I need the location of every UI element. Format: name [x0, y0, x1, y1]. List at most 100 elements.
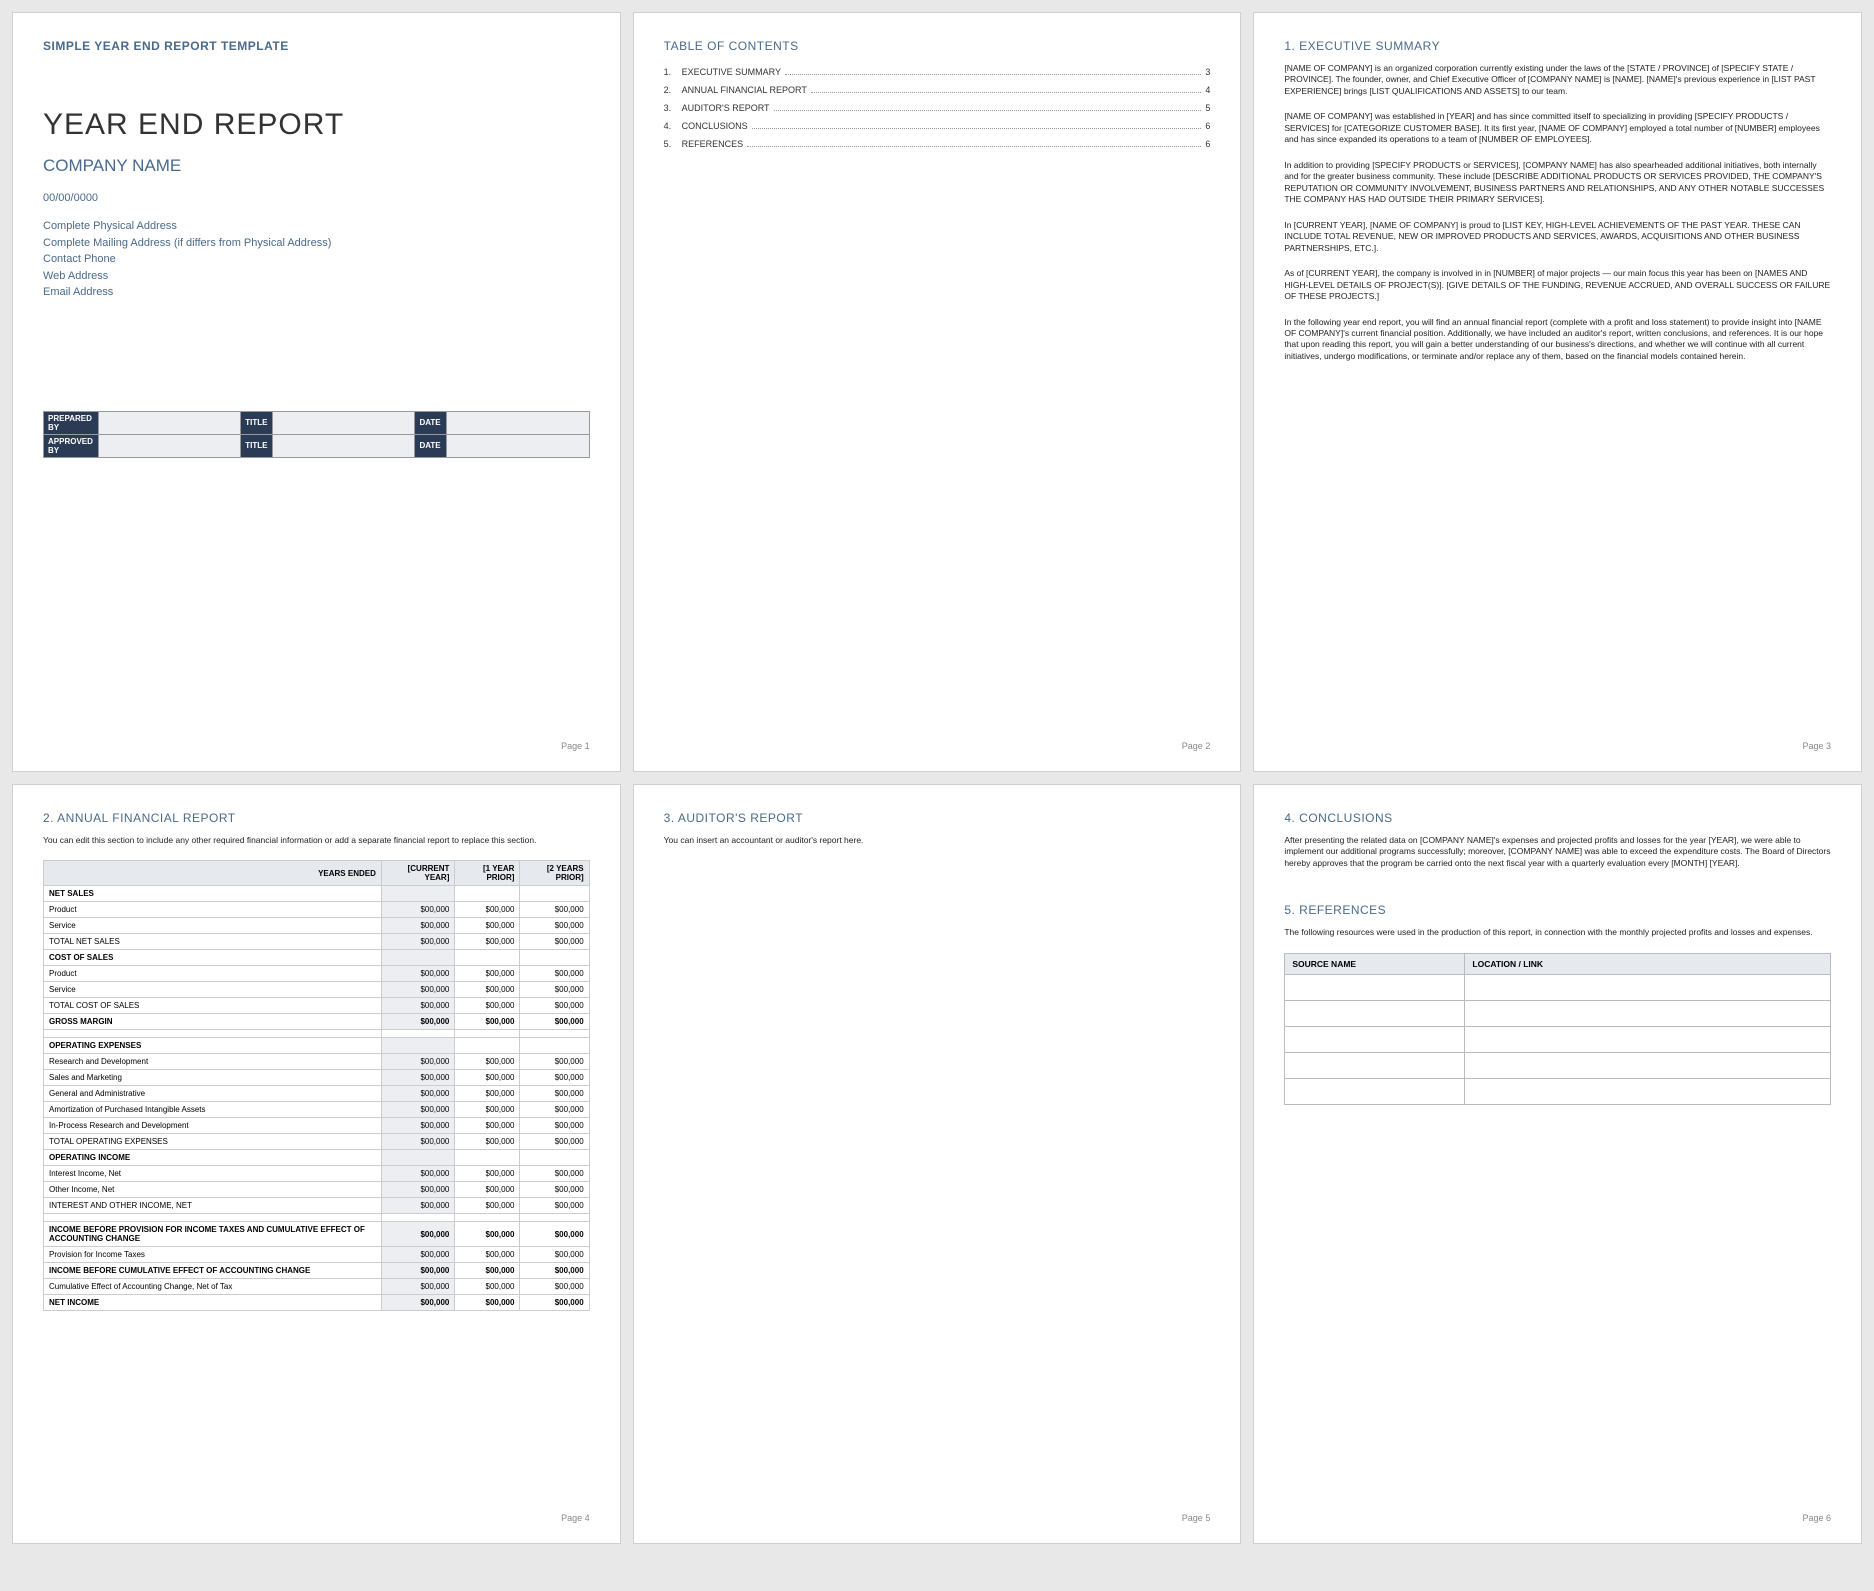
approved-by-field[interactable]: [99, 434, 241, 457]
fin-row-label: INTEREST AND OTHER INCOME, NET: [44, 1198, 382, 1214]
ref-source-field[interactable]: [1285, 974, 1465, 1000]
table-row: OPERATING EXPENSES: [44, 1038, 590, 1054]
fin-row-label: Service: [44, 982, 382, 998]
fin-row-label: Other Income, Net: [44, 1182, 382, 1198]
fin-value-2prior: $00,000: [520, 1198, 589, 1214]
fin-col-current: [CURRENT YEAR]: [381, 861, 455, 886]
fin-value-2prior: $00,000: [520, 982, 589, 998]
ref-location-field[interactable]: [1465, 1052, 1831, 1078]
ref-location-field[interactable]: [1465, 1026, 1831, 1052]
table-row: TOTAL COST OF SALES$00,000$00,000$00,000: [44, 998, 590, 1014]
fin-row-label: INCOME BEFORE PROVISION FOR INCOME TAXES…: [44, 1222, 382, 1247]
fin-value-1prior: $00,000: [455, 1086, 520, 1102]
table-row: Product$00,000$00,000$00,000: [44, 966, 590, 982]
fin-value-current: $00,000: [381, 982, 455, 998]
fin-value-1prior: $00,000: [455, 1247, 520, 1263]
fin-empty-cell: [520, 1150, 589, 1166]
page-grid: SIMPLE YEAR END REPORT TEMPLATE YEAR END…: [12, 12, 1862, 1544]
ref-source-field[interactable]: [1285, 1052, 1465, 1078]
page-number: Page 2: [664, 741, 1211, 751]
mailing-address: Complete Mailing Address (if differs fro…: [43, 235, 590, 252]
page-1: SIMPLE YEAR END REPORT TEMPLATE YEAR END…: [12, 12, 621, 772]
table-row: Interest Income, Net$00,000$00,000$00,00…: [44, 1166, 590, 1182]
table-row: [44, 1214, 590, 1222]
report-date: 00/00/0000: [43, 192, 590, 204]
ref-source-field[interactable]: [1285, 1026, 1465, 1052]
fin-row-label: General and Administrative: [44, 1086, 382, 1102]
toc-label: CONCLUSIONS: [682, 121, 748, 131]
fin-row-label: Service: [44, 918, 382, 934]
fin-empty-cell: [455, 950, 520, 966]
fin-value-2prior: $00,000: [520, 902, 589, 918]
table-row: General and Administrative$00,000$00,000…: [44, 1086, 590, 1102]
prepared-by-label: PREPARED BY: [44, 411, 99, 434]
toc-list: 1.EXECUTIVE SUMMARY32.ANNUAL FINANCIAL R…: [664, 67, 1211, 149]
prepared-title-field[interactable]: [273, 411, 415, 434]
fin-value-2prior: $00,000: [520, 1054, 589, 1070]
page-number: Page 4: [43, 1513, 590, 1523]
fin-value-2prior: $00,000: [520, 1134, 589, 1150]
fin-value-2prior: $00,000: [520, 934, 589, 950]
toc-dots: [747, 146, 1201, 147]
table-row: In-Process Research and Development$00,0…: [44, 1118, 590, 1134]
exec-summary-p2: [NAME OF COMPANY] was established in [YE…: [1284, 111, 1831, 145]
conclusions-text: After presenting the related data on [CO…: [1284, 835, 1831, 869]
table-row: [1285, 1000, 1831, 1026]
toc-heading: TABLE OF CONTENTS: [664, 39, 1211, 53]
auditor-intro: You can insert an accountant or auditor'…: [664, 835, 1211, 846]
email-address: Email Address: [43, 284, 590, 301]
ref-location-field[interactable]: [1465, 974, 1831, 1000]
fin-value-current: $00,000: [381, 1134, 455, 1150]
fin-col-1prior: [1 YEAR PRIOR]: [455, 861, 520, 886]
fin-row-label: TOTAL COST OF SALES: [44, 998, 382, 1014]
table-row: APPROVED BY TITLE DATE: [44, 434, 590, 457]
page-number: Page 5: [664, 1513, 1211, 1523]
ref-source-field[interactable]: [1285, 1000, 1465, 1026]
toc-number: 4.: [664, 121, 682, 131]
fin-row-label: TOTAL NET SALES: [44, 934, 382, 950]
toc-dots: [811, 92, 1201, 93]
fin-row-label: Research and Development: [44, 1054, 382, 1070]
prepared-date-field[interactable]: [447, 411, 589, 434]
approved-title-field[interactable]: [273, 434, 415, 457]
toc-number: 2.: [664, 85, 682, 95]
fin-value-2prior: $00,000: [520, 1014, 589, 1030]
spacer-cell: [520, 1030, 589, 1038]
exec-summary-heading: 1. EXECUTIVE SUMMARY: [1284, 39, 1831, 53]
fin-value-current: $00,000: [381, 966, 455, 982]
fin-value-current: $00,000: [381, 1295, 455, 1311]
approved-date-field[interactable]: [447, 434, 589, 457]
spacer-cell: [455, 1030, 520, 1038]
table-row: Other Income, Net$00,000$00,000$00,000: [44, 1182, 590, 1198]
prepared-by-field[interactable]: [99, 411, 241, 434]
financial-heading: 2. ANNUAL FINANCIAL REPORT: [43, 811, 590, 825]
table-row: [1285, 1052, 1831, 1078]
fin-row-label: NET INCOME: [44, 1295, 382, 1311]
date-label-2: DATE: [415, 434, 447, 457]
ref-location-field[interactable]: [1465, 1078, 1831, 1104]
toc-dots: [752, 128, 1202, 129]
fin-value-2prior: $00,000: [520, 1263, 589, 1279]
exec-summary-p3: In addition to providing [SPECIFY PRODUC…: [1284, 160, 1831, 206]
fin-value-current: $00,000: [381, 1279, 455, 1295]
page-number: Page 3: [1284, 741, 1831, 751]
toc-number: 5.: [664, 139, 682, 149]
ref-location-field[interactable]: [1465, 1000, 1831, 1026]
table-row: OPERATING INCOME: [44, 1150, 590, 1166]
toc-page: 4: [1205, 85, 1210, 95]
references-text: The following resources were used in the…: [1284, 927, 1831, 938]
spacer-cell: [520, 1214, 589, 1222]
fin-value-1prior: $00,000: [455, 1182, 520, 1198]
fin-empty-cell: [381, 886, 455, 902]
fin-value-current: $00,000: [381, 998, 455, 1014]
table-row: [1285, 1026, 1831, 1052]
toc-label: ANNUAL FINANCIAL REPORT: [682, 85, 807, 95]
table-row: Provision for Income Taxes$00,000$00,000…: [44, 1247, 590, 1263]
ref-source-field[interactable]: [1285, 1078, 1465, 1104]
table-row: TOTAL NET SALES$00,000$00,000$00,000: [44, 934, 590, 950]
toc-number: 1.: [664, 67, 682, 77]
toc-label: AUDITOR'S REPORT: [682, 103, 770, 113]
contact-phone: Contact Phone: [43, 251, 590, 268]
fin-value-1prior: $00,000: [455, 1222, 520, 1247]
table-row: [1285, 1078, 1831, 1104]
